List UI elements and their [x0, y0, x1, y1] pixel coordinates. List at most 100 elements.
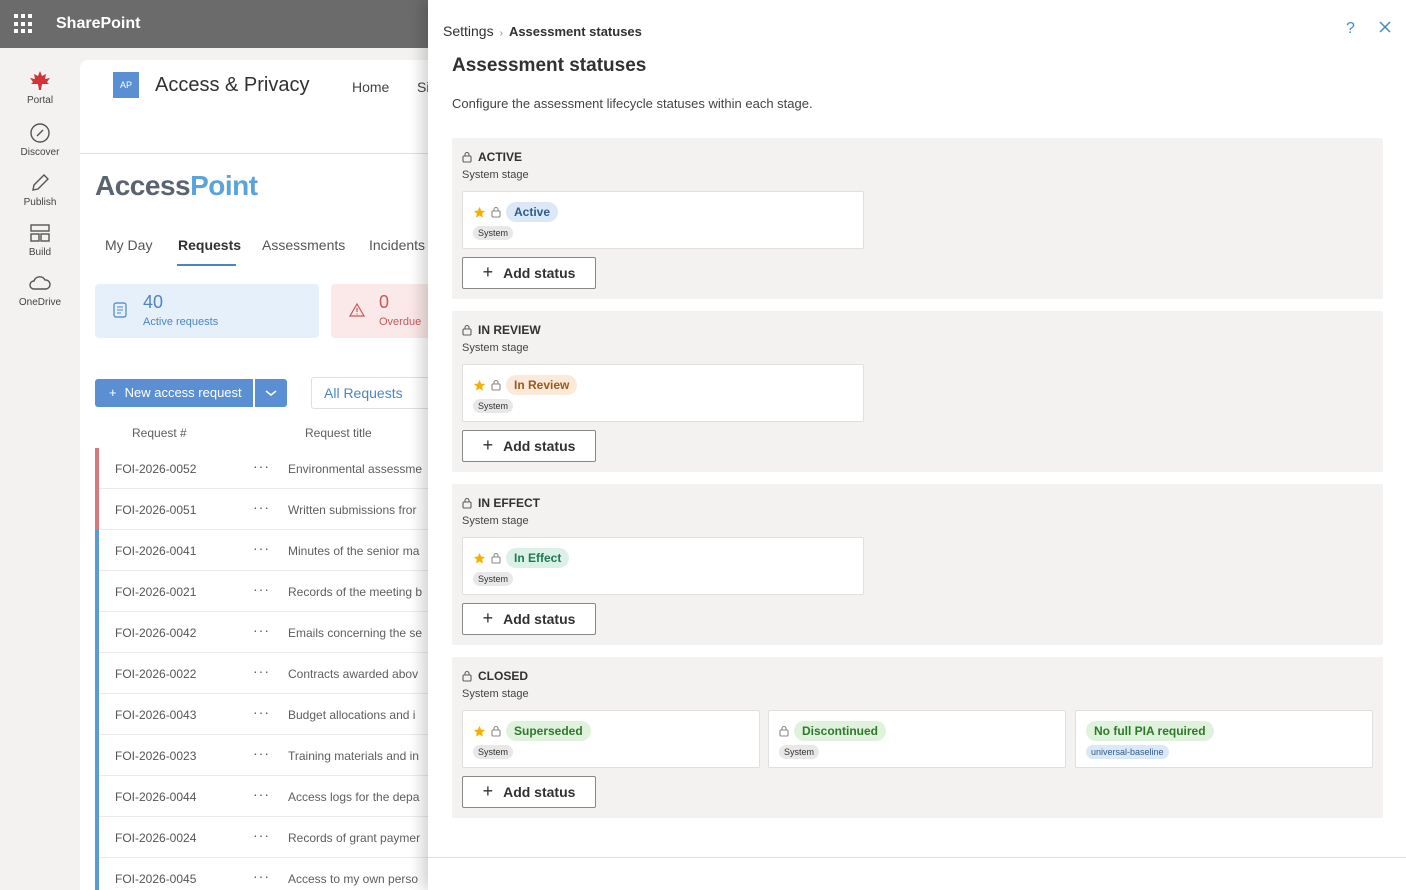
site-nav-home[interactable]: Home [352, 79, 389, 95]
star-icon[interactable] [473, 552, 486, 565]
appbar-onedrive[interactable]: OneDrive [0, 272, 80, 308]
status-card[interactable]: Active System [462, 191, 864, 249]
site-title[interactable]: Access & Privacy [155, 74, 309, 97]
column-header-request-title[interactable]: Request title [305, 426, 372, 440]
more-actions-icon[interactable]: ··· [253, 827, 270, 843]
request-number[interactable]: FOI-2026-0021 [115, 585, 196, 599]
status-card[interactable]: In Review System [462, 364, 864, 422]
plus-icon: + [482, 261, 494, 282]
request-number[interactable]: FOI-2026-0052 [115, 462, 196, 476]
table-row[interactable]: FOI-2026-0051 ··· Written submissions fror [95, 489, 440, 530]
table-row[interactable]: FOI-2026-0043 ··· Budget allocations and i [95, 694, 440, 735]
add-status-button[interactable]: + Add status [462, 430, 596, 462]
add-status-button[interactable]: + Add status [462, 603, 596, 635]
panel-description: Configure the assessment lifecycle statu… [452, 96, 813, 111]
more-actions-icon[interactable]: ··· [253, 622, 270, 638]
row-status-bar [95, 817, 99, 858]
table-row[interactable]: FOI-2026-0045 ··· Access to my own perso [95, 858, 440, 890]
request-number[interactable]: FOI-2026-0041 [115, 544, 196, 558]
add-status-button[interactable]: + Add status [462, 257, 596, 289]
add-status-button[interactable]: + Add status [462, 776, 596, 808]
status-header: Active [473, 202, 559, 222]
panel-title: Assessment statuses [452, 55, 647, 76]
column-header-request-number[interactable]: Request # [132, 426, 187, 440]
tab-requests[interactable]: Requests [178, 237, 241, 253]
more-actions-icon[interactable]: ··· [253, 663, 270, 679]
more-actions-icon[interactable]: ··· [253, 581, 270, 597]
status-card[interactable]: No full PIA required universal-baseline [1075, 710, 1373, 768]
tab-incidents[interactable]: Incidents [369, 237, 425, 253]
table-row[interactable]: FOI-2026-0052 ··· Environmental assessme [95, 448, 440, 489]
request-number[interactable]: FOI-2026-0022 [115, 667, 196, 681]
request-number[interactable]: FOI-2026-0023 [115, 749, 196, 763]
help-button[interactable]: ? [1346, 20, 1355, 38]
more-actions-icon[interactable]: ··· [253, 745, 270, 761]
new-access-request-button[interactable]: + New access request [95, 379, 253, 407]
overdue-card[interactable]: 0 Overdue [331, 284, 440, 338]
request-number[interactable]: FOI-2026-0043 [115, 708, 196, 722]
breadcrumb-settings[interactable]: Settings [443, 23, 494, 39]
more-actions-icon[interactable]: ··· [253, 704, 270, 720]
table-row[interactable]: FOI-2026-0024 ··· Records of grant paymer [95, 817, 440, 858]
appbar-publish[interactable]: Publish [0, 172, 80, 208]
request-title[interactable]: Records of the meeting b [288, 585, 422, 599]
new-request-dropdown-button[interactable] [255, 379, 287, 407]
more-actions-icon[interactable]: ··· [253, 868, 270, 884]
table-row[interactable]: FOI-2026-0022 ··· Contracts awarded abov [95, 653, 440, 694]
request-title[interactable]: Environmental assessme [288, 462, 422, 476]
star-icon[interactable] [473, 206, 486, 219]
request-title[interactable]: Budget allocations and i [288, 708, 415, 722]
request-number[interactable]: FOI-2026-0044 [115, 790, 196, 804]
cloud-icon [29, 276, 51, 290]
table-row[interactable]: FOI-2026-0044 ··· Access logs for the depa [95, 776, 440, 817]
app-launcher-icon[interactable] [14, 14, 34, 34]
table-row[interactable]: FOI-2026-0041 ··· Minutes of the senior ma [95, 530, 440, 571]
stage-header: ACTIVE [462, 150, 522, 164]
close-button[interactable] [1378, 20, 1392, 39]
status-card[interactable]: Discontinued System [768, 710, 1066, 768]
view-selector[interactable]: All Requests [311, 377, 440, 409]
request-title[interactable]: Emails concerning the se [288, 626, 422, 640]
row-status-bar [95, 612, 99, 653]
stage-subtitle: System stage [462, 169, 529, 181]
more-actions-icon[interactable]: ··· [253, 458, 270, 474]
request-number[interactable]: FOI-2026-0051 [115, 503, 196, 517]
appbar-build[interactable]: Build [0, 222, 80, 258]
stage-header: IN EFFECT [462, 496, 540, 510]
request-title[interactable]: Training materials and in [288, 749, 419, 763]
close-icon [1379, 21, 1391, 33]
active-requests-card[interactable]: 40 Active requests [95, 284, 319, 338]
status-card[interactable]: Superseded System [462, 710, 760, 768]
table-row[interactable]: FOI-2026-0021 ··· Records of the meeting b [95, 571, 440, 612]
more-actions-icon[interactable]: ··· [253, 499, 270, 515]
more-actions-icon[interactable]: ··· [253, 540, 270, 556]
button-label: New access request [124, 385, 242, 400]
request-number[interactable]: FOI-2026-0042 [115, 626, 196, 640]
brand-part-2: Point [190, 170, 258, 201]
star-icon[interactable] [473, 725, 486, 738]
tab-my-day[interactable]: My Day [105, 237, 152, 253]
request-title[interactable]: Access to my own perso [288, 872, 418, 886]
request-title[interactable]: Records of grant paymer [288, 831, 420, 845]
request-title[interactable]: Written submissions fror [288, 503, 416, 517]
request-title[interactable]: Contracts awarded abov [288, 667, 418, 681]
stage-header: IN REVIEW [462, 323, 541, 337]
tab-assessments[interactable]: Assessments [262, 237, 345, 253]
request-number[interactable]: FOI-2026-0045 [115, 872, 196, 886]
request-title[interactable]: Minutes of the senior ma [288, 544, 419, 558]
suite-title[interactable]: SharePoint [56, 15, 140, 33]
appbar-discover[interactable]: Discover [0, 122, 80, 158]
row-status-bar [95, 858, 99, 890]
request-number[interactable]: FOI-2026-0024 [115, 831, 196, 845]
button-label: Add status [503, 438, 576, 454]
table-row[interactable]: FOI-2026-0023 ··· Training materials and i… [95, 735, 440, 776]
appbar-portal[interactable]: Portal [0, 70, 80, 106]
site-logo[interactable]: AP [113, 72, 139, 98]
status-card[interactable]: In Effect System [462, 537, 864, 595]
request-title[interactable]: Access logs for the depa [288, 790, 419, 804]
star-icon[interactable] [473, 379, 486, 392]
more-actions-icon[interactable]: ··· [253, 786, 270, 802]
table-row[interactable]: FOI-2026-0042 ··· Emails concerning the se [95, 612, 440, 653]
status-tag: System [473, 226, 514, 240]
view-label: All Requests [324, 385, 403, 401]
